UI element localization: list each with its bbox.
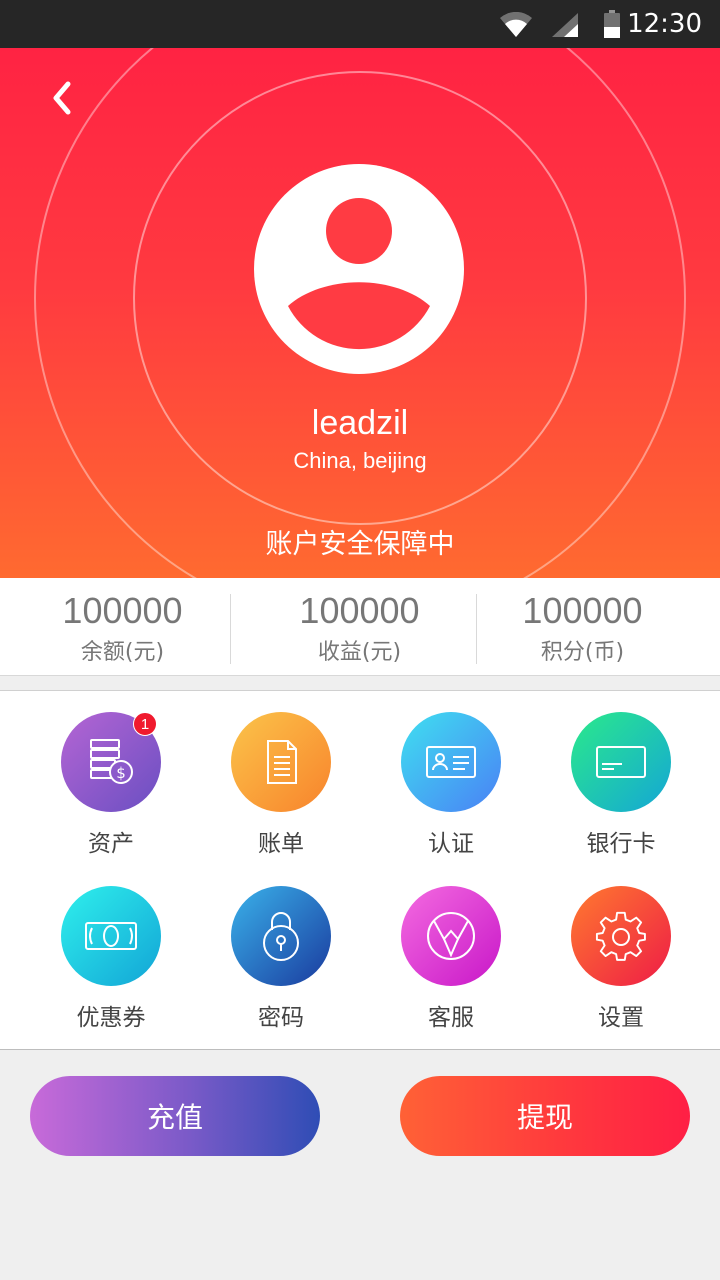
customer-service-icon	[427, 912, 475, 960]
back-button[interactable]	[40, 76, 84, 120]
menu-icon-bg	[231, 712, 331, 812]
gear-icon	[595, 911, 646, 961]
menu-item-label: 客服	[428, 1005, 474, 1031]
stat-earnings[interactable]: 100000 收益(元)	[237, 578, 482, 676]
profile-header: leadzil China, beijing 账户安全保障中	[0, 48, 720, 578]
coupon-icon	[85, 922, 137, 950]
bill-icon	[267, 740, 297, 784]
menu-item-coupon[interactable]: 优惠券	[26, 886, 196, 1032]
menu-item-label: 资产	[88, 831, 134, 857]
user-avatar-icon	[288, 198, 430, 350]
bank-card-icon	[596, 746, 646, 778]
menu-item-label: 认证	[428, 831, 474, 857]
menu-item-verification[interactable]: 认证	[366, 712, 536, 858]
menu-item-bank-card[interactable]: 银行卡	[536, 712, 706, 858]
svg-text:$: $	[116, 764, 126, 782]
menu-icon-bg	[571, 712, 671, 812]
recharge-button[interactable]: 充值	[30, 1076, 320, 1156]
stat-label: 积分(币)	[540, 640, 625, 665]
menu-item-label: 账单	[258, 831, 304, 857]
cellular-signal-icon	[552, 13, 578, 37]
id-card-icon	[426, 746, 476, 778]
menu-item-password[interactable]: 密码	[196, 886, 366, 1032]
menu-item-assets[interactable]: $ 1 资产	[26, 712, 196, 858]
chevron-left-icon	[53, 81, 71, 115]
username: leadzil	[311, 404, 409, 442]
wifi-icon	[500, 12, 532, 37]
divider	[230, 594, 231, 664]
menu-item-label: 设置	[598, 1005, 644, 1031]
account-security-status: 账户安全保障中	[265, 529, 455, 560]
status-time: 12:30	[627, 9, 702, 39]
avatar[interactable]	[254, 164, 464, 374]
stat-label: 收益(元)	[317, 640, 402, 665]
notification-badge: 1	[133, 712, 157, 736]
stat-points[interactable]: 100000 积分(币)	[460, 578, 705, 676]
menu-item-label: 银行卡	[586, 831, 656, 857]
status-bar: 12:30	[0, 0, 720, 48]
stat-value: 100000	[299, 590, 420, 631]
stat-label: 余额(元)	[80, 640, 165, 665]
lock-icon	[263, 912, 299, 961]
menu-icon-bg	[401, 712, 501, 812]
menu-icon-bg	[231, 886, 331, 986]
menu-grid: $ 1 资产 账单 认证 银行卡 优惠券 密码 客服 设置	[0, 690, 720, 1050]
menu-item-label: 优惠券	[76, 1005, 146, 1031]
withdraw-button[interactable]: 提现	[400, 1076, 690, 1156]
stat-value: 100000	[522, 590, 643, 631]
menu-item-bill[interactable]: 账单	[196, 712, 366, 858]
stat-value: 100000	[62, 590, 183, 631]
menu-item-label: 密码	[258, 1005, 304, 1031]
user-location: China, beijing	[293, 448, 427, 473]
stats-bar: 100000 余额(元) 100000 收益(元) 100000 积分(币)	[0, 578, 720, 676]
menu-icon-bg: $ 1	[61, 712, 161, 812]
menu-item-settings[interactable]: 设置	[536, 886, 706, 1032]
menu-icon-bg	[571, 886, 671, 986]
menu-icon-bg	[61, 886, 161, 986]
assets-icon: $	[90, 739, 133, 784]
menu-icon-bg	[401, 886, 501, 986]
stat-balance[interactable]: 100000 余额(元)	[0, 578, 245, 676]
menu-item-customer-service[interactable]: 客服	[366, 886, 536, 1032]
battery-icon	[604, 10, 620, 38]
